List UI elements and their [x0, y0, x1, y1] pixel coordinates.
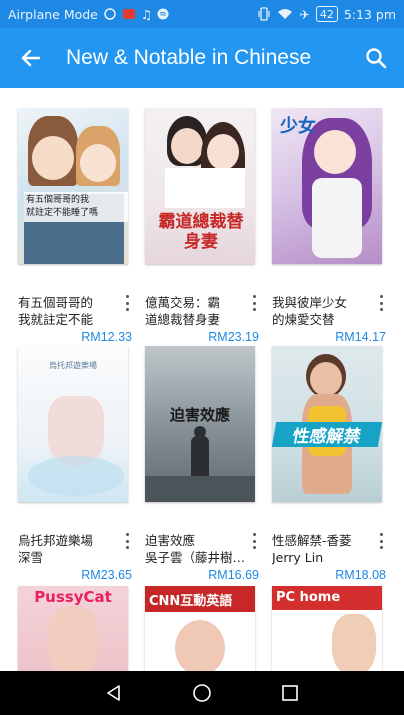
battery-icon: 42 [315, 6, 338, 22]
overflow-menu-icon[interactable] [249, 295, 259, 311]
cover-title-text: CNN互動英語 [149, 594, 233, 609]
music-icon: ♫ [140, 6, 153, 22]
book-cover[interactable]: 迫害效應 [145, 346, 255, 502]
book-cover[interactable]: CNN互動英語 [145, 586, 255, 671]
triangle-back-icon [107, 685, 120, 701]
book-price: RM12.33 [81, 330, 132, 344]
book-cover[interactable]: 霸道總裁替身妻 [145, 108, 255, 264]
overflow-menu-icon[interactable] [376, 533, 386, 549]
wifi-icon [277, 8, 293, 20]
book-title: 我與彼岸少女 的煉愛交替 [272, 295, 348, 327]
book-price: RM18.08 [335, 568, 386, 582]
back-button[interactable] [6, 28, 56, 88]
clock: 5:13 pm [343, 6, 396, 22]
book-cover[interactable]: PC home [272, 586, 382, 671]
book-price: RM23.65 [81, 568, 132, 582]
cover-title-text: PC home [276, 590, 341, 605]
nav-recents-button[interactable] [270, 673, 310, 713]
cover-title-text: PussyCat [34, 588, 112, 606]
book-title: 有五個哥哥的 我就註定不能 [18, 295, 94, 327]
book-title: 性感解禁-香菱 Jerry Lin [272, 533, 352, 565]
carrier-label: Airplane Mode [8, 6, 98, 22]
system-navigation-bar [0, 671, 404, 715]
page-title: New & Notable in Chinese [66, 46, 312, 69]
overflow-menu-icon[interactable] [122, 533, 132, 549]
cover-title-text: 有五個哥哥的我 就註定不能睡了嗎 [24, 192, 128, 222]
search-button[interactable] [352, 28, 400, 88]
cover-title-text: 性感解禁 [272, 422, 382, 447]
book-title: 億萬交易：霸 道總裁替身妻 [145, 295, 221, 327]
app-badge-icon [122, 8, 136, 20]
book-cover[interactable]: 少女 [272, 108, 382, 264]
overflow-menu-icon[interactable] [122, 295, 132, 311]
book-cover[interactable]: 性感解禁 [272, 346, 382, 502]
overflow-menu-icon[interactable] [249, 533, 259, 549]
search-icon [366, 48, 387, 69]
book-price: RM16.69 [208, 568, 259, 582]
book-cover[interactable]: 有五個哥哥的我 就註定不能睡了嗎 [18, 108, 128, 264]
airplane-icon: ✈ [299, 6, 310, 22]
notification-icon [103, 8, 117, 20]
nav-back-button[interactable] [94, 673, 134, 713]
circle-home-icon [193, 684, 211, 702]
book-cover[interactable]: PussyCat [18, 586, 128, 671]
book-price: RM23.19 [208, 330, 259, 344]
arrow-left-icon [21, 49, 41, 67]
book-price: RM14.17 [335, 330, 386, 344]
book-title: 迫害效應 吳子雲（藤井樹… [145, 533, 245, 565]
book-cover[interactable]: 烏托邦遊樂場 [18, 346, 128, 502]
app-bar: New & Notable in Chinese [0, 28, 404, 88]
battery-level: 42 [319, 7, 334, 21]
book-title: 烏托邦遊樂場 深雪 [18, 533, 94, 565]
book-grid: 有五個哥哥的我 就註定不能睡了嗎 有五個哥哥的 我就註定不能 RM12.33 霸道… [0, 88, 404, 671]
status-bar: Airplane Mode ♫ ✈ 42 5:13 pm [0, 0, 404, 28]
cover-title-text: 霸道總裁替身妻 [158, 212, 244, 252]
spotify-icon [157, 8, 169, 20]
cover-title-text: 烏托邦遊樂場 [49, 361, 97, 370]
cover-title-text: 迫害效應 [169, 406, 230, 424]
vibrate-icon [257, 7, 271, 21]
overflow-menu-icon[interactable] [376, 295, 386, 311]
nav-home-button[interactable] [182, 673, 222, 713]
square-recents-icon [282, 685, 298, 701]
cover-title-text: 少女 [280, 116, 316, 137]
